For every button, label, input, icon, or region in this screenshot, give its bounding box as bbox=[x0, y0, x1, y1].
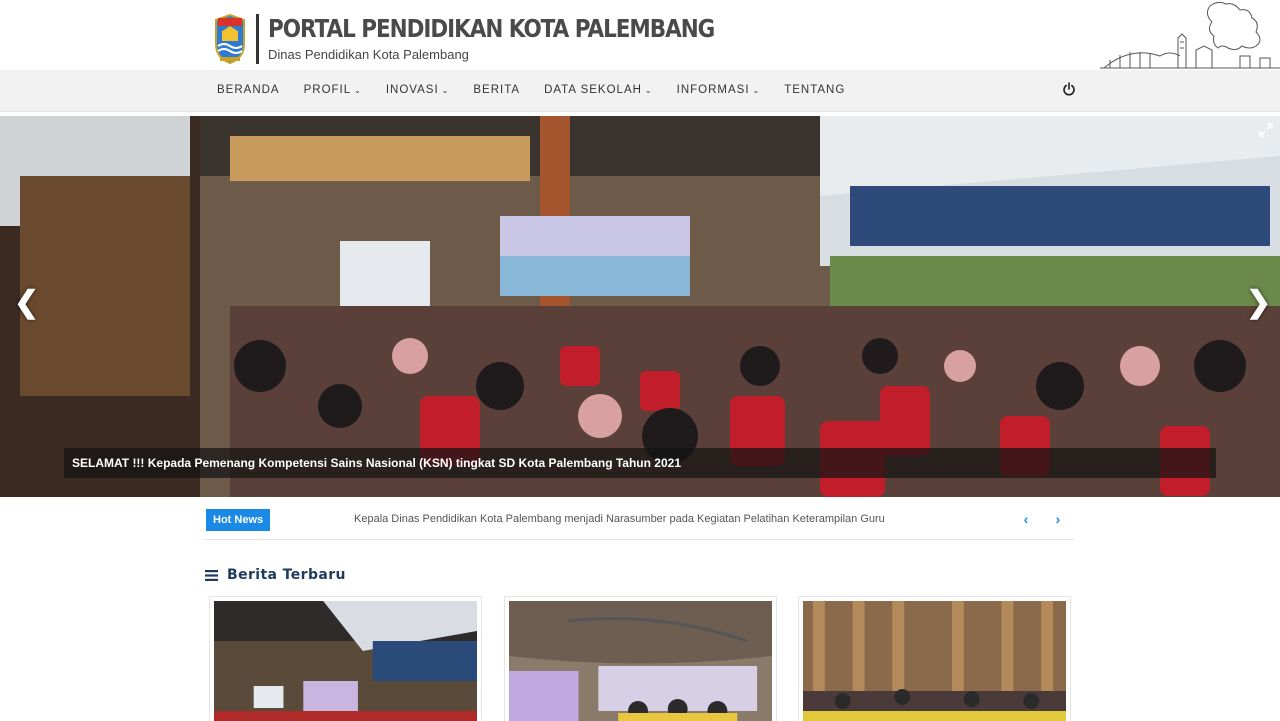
city-skyline-icon bbox=[1100, 1, 1280, 69]
news-card-image[interactable] bbox=[803, 601, 1066, 721]
news-card-image[interactable] bbox=[509, 601, 772, 721]
nav-item-label: INFORMASI bbox=[676, 84, 750, 96]
news-card[interactable] bbox=[209, 596, 482, 721]
news-card[interactable] bbox=[504, 596, 777, 721]
logo-divider bbox=[256, 14, 259, 64]
chevron-down-icon: ⌄ bbox=[441, 86, 450, 95]
section-title: Berita Terbaru bbox=[227, 567, 346, 583]
section-heading: Berita Terbaru bbox=[205, 565, 346, 585]
nav-item-label: BERITA bbox=[473, 84, 521, 96]
menu-icon bbox=[205, 569, 218, 581]
nav-item-inovasi[interactable]: INOVASI ⌄ bbox=[374, 70, 462, 112]
nav-item-label: TENTANG bbox=[784, 84, 846, 96]
nav-item-profil[interactable]: PROFIL ⌄ bbox=[292, 70, 374, 112]
news-card-image[interactable] bbox=[214, 601, 477, 721]
nav-item-label: BERANDA bbox=[217, 84, 280, 96]
nav-list: BERANDA PROFIL ⌄ INOVASI ⌄ BERITA DATA SEK… bbox=[205, 70, 857, 112]
hot-news-headline[interactable]: Kepala Dinas Pendidikan Kota Palembang m… bbox=[354, 513, 885, 525]
nav-item-label: DATA SEKOLAH bbox=[544, 84, 642, 96]
slider-caption[interactable]: SELAMAT !!! Kepada Pemenang Kompetensi S… bbox=[64, 448, 1216, 478]
news-card[interactable] bbox=[798, 596, 1071, 721]
nav-item-berita[interactable]: BERITA bbox=[461, 70, 532, 112]
nav-item-data-sekolah[interactable]: DATA SEKOLAH ⌄ bbox=[532, 70, 665, 112]
site-header: PORTAL PENDIDIKAN KOTA PALEMBANG Dinas P… bbox=[0, 0, 1280, 70]
site-subtitle: Dinas Pendidikan Kota Palembang bbox=[268, 47, 469, 62]
slider-next-button[interactable]: ❯ bbox=[1246, 288, 1271, 318]
city-emblem-icon[interactable] bbox=[212, 14, 248, 64]
nav-item-beranda[interactable]: BERANDA bbox=[205, 70, 292, 112]
slider-photo bbox=[0, 116, 1280, 497]
nav-item-label: PROFIL bbox=[303, 84, 352, 96]
power-icon[interactable] bbox=[1062, 82, 1076, 96]
news-card-list bbox=[209, 596, 1075, 721]
main-navbar: BERANDA PROFIL ⌄ INOVASI ⌄ BERITA DATA SEK… bbox=[0, 70, 1280, 112]
slider-prev-button[interactable]: ❮ bbox=[14, 288, 39, 318]
nav-item-label: INOVASI bbox=[385, 84, 439, 96]
hot-news-badge: Hot News bbox=[206, 509, 271, 531]
chevron-down-icon: ⌄ bbox=[354, 86, 362, 95]
hot-news-next-button[interactable]: › bbox=[1049, 510, 1067, 528]
chevron-down-icon: ⌄ bbox=[752, 86, 761, 95]
hero-slider[interactable]: SELAMAT !!! Kepada Pemenang Kompetensi S… bbox=[0, 116, 1280, 497]
site-title[interactable]: PORTAL PENDIDIKAN KOTA PALEMBANG bbox=[268, 14, 715, 43]
hot-news-ticker: Hot News Kepala Dinas Pendidikan Kota Pa… bbox=[205, 505, 1074, 540]
nav-item-tentang[interactable]: TENTANG bbox=[772, 70, 857, 112]
nav-item-informasi[interactable]: INFORMASI ⌄ bbox=[665, 70, 773, 112]
chevron-down-icon: ⌄ bbox=[644, 86, 653, 95]
hot-news-prev-button[interactable]: ‹ bbox=[1017, 510, 1035, 528]
expand-icon[interactable] bbox=[1259, 123, 1273, 137]
